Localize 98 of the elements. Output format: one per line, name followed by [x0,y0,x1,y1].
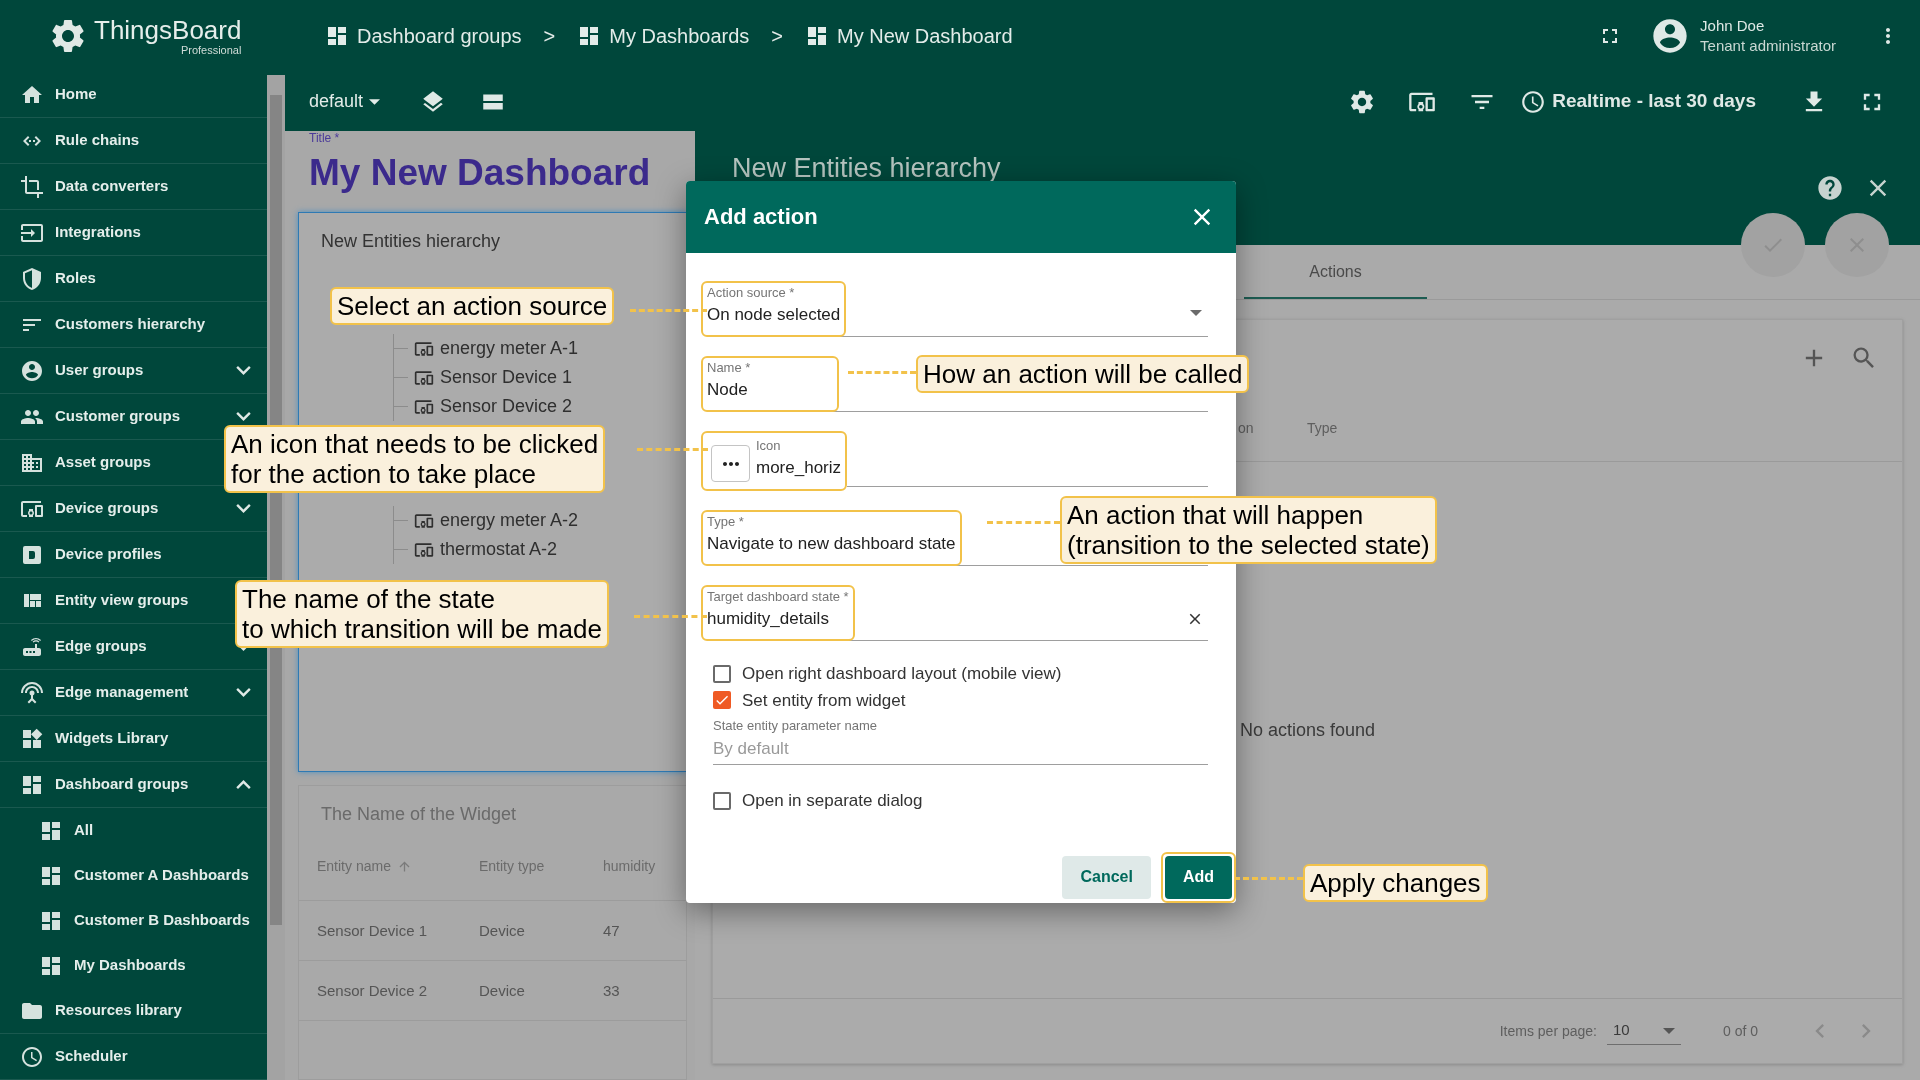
dashboard-icon [805,24,829,48]
sidebar-item[interactable]: Edge groups [20,634,147,659]
breadcrumb-link[interactable]: My Dashboards [577,21,750,51]
table-cell: 33 [603,981,620,999]
callout-tooltip: How an action will be called [916,355,1250,393]
sidebar-subitem[interactable]: Customer A Dashboards [0,853,267,898]
clock-icon [1520,88,1547,115]
checkbox[interactable] [713,791,731,810]
table-cell: Sensor Device 2 [317,981,428,999]
sidebar-item[interactable]: Widgets Library [20,726,169,751]
checkbox-label: Set entity from widget [742,689,906,712]
input-field[interactable]: Navigate to new dashboard state [707,529,956,558]
clock-icon [20,1044,44,1069]
field-label: Target dashboard state * [707,588,849,605]
checkbox[interactable] [713,664,731,683]
table-cell: Sensor Device 1 [317,921,428,939]
add-button[interactable]: Add [1164,856,1232,899]
sidebar-item[interactable]: Device profiles [20,542,162,567]
widget-title: The Name of the Widget [320,803,518,825]
sidebar-item[interactable]: Entity view groups [20,588,189,613]
tree-node[interactable]: thermostat A-2 [414,536,558,563]
sidebar-item[interactable]: Data converters [20,174,169,199]
tab[interactable]: Actions [1244,246,1427,299]
logo-edition: Professional [180,44,242,56]
sidebar-item[interactable]: Dashboard groups [20,772,189,797]
callout-tooltip: An action that will happen (transition to the selected state) [1060,496,1437,564]
field-label: Type * [707,513,745,530]
breadcrumb-link[interactable]: My New Dashboard [805,21,1013,51]
sidebar-item[interactable]: User groups [20,358,144,383]
title-label: Title * [309,131,341,145]
paginator-label: Items per page: [1499,1021,1597,1041]
field-label: State entity parameter name [713,717,879,734]
caret-icon[interactable] [1190,309,1202,316]
callout-tooltip: Select an action source [330,287,615,325]
more-horiz-icon [722,461,739,466]
caret-icon [1662,1027,1675,1034]
timewindow-button[interactable]: Realtime - last 30 days [1520,87,1756,116]
table-cell: Device [479,981,525,999]
shield-icon [20,266,44,291]
sidebar-item[interactable]: Customers hierarchy [20,312,206,337]
sidebar-item[interactable]: Integrations [20,220,141,245]
sidebar-item[interactable]: Home [20,82,97,107]
table-cell: Device [479,921,525,939]
sidebar-subitem[interactable]: All [0,808,267,853]
page-size-select[interactable]: 10 [1606,1017,1681,1045]
antenna-icon [20,680,44,705]
user-name: John Doe [1700,16,1766,36]
tree-node[interactable]: Sensor Device 1 [414,364,573,391]
empty-message: No actions found [1239,718,1376,742]
callout-tooltip: The name of the state to which transition will be made [235,580,609,648]
input-field[interactable]: By default [713,733,1208,765]
widget-title: New Entities hierarchy [320,230,502,252]
breadcrumb-link[interactable]: Dashboard groups [325,21,522,51]
column-header: on [1238,418,1255,438]
icon-picker-button[interactable] [711,445,750,483]
caret-icon [369,98,381,105]
checkbox-label: Open in separate dialog [742,790,923,812]
sidebar-item[interactable]: Device groups [20,496,159,521]
breadcrumb-separator: > [543,24,556,49]
tree-node[interactable]: energy meter A-2 [414,507,579,534]
dashboard-title: My New Dashboard [309,151,652,195]
cancel-button[interactable]: Cancel [1062,856,1151,899]
input-field[interactable]: Node [707,375,833,404]
sidebar-item[interactable]: Scheduler [20,1044,128,1069]
sidebar-item[interactable]: Customer groups [20,404,180,429]
sidebar-subitem[interactable]: Customer B Dashboards [0,898,267,943]
callout-tooltip: An icon that needs to be clicked for the action to take place [224,425,606,493]
field-label: Icon [756,437,782,454]
widgets-icon [20,726,44,751]
column-header: Type [1307,418,1339,438]
input-field[interactable]: more_horiz [756,453,842,482]
sidebar-item[interactable]: Roles [20,266,96,291]
state-select[interactable]: default [309,88,381,115]
crop-icon [20,174,44,199]
user-role: Tenant administrator [1700,36,1836,56]
checkbox-label: Open right dashboard layout (mobile view) [742,663,1062,686]
paginator-range: 0 of 0 [1722,1021,1758,1041]
sidebar-item[interactable]: Resources library [20,998,182,1023]
field-label: Action source * [707,284,796,301]
sidebar-item[interactable]: Asset groups [20,450,151,475]
tree-node[interactable]: Sensor Device 2 [414,393,573,420]
sidebar-item[interactable]: Rule chains [20,128,140,153]
tree-node[interactable]: energy meter A-1 [414,335,579,362]
sidebar-item[interactable]: Edge management [20,680,189,705]
field-label: Name * [707,359,752,376]
panel-title: New Entities hierarchy [732,153,1001,183]
sidebar-subitem[interactable]: My Dashboards [0,943,267,988]
table-cell: 47 [603,921,620,939]
breadcrumb-separator: > [771,24,783,49]
dashboard-icon [325,24,349,48]
logo-name: ThingsBoard [94,16,242,44]
input-field[interactable]: On node selected [707,300,841,329]
callout-tooltip: Apply changes [1303,864,1488,902]
input-field[interactable]: humidity_details [707,604,849,633]
checkbox[interactable] [713,691,731,710]
help-icon[interactable] [1816,174,1844,202]
account-icon [20,358,44,383]
dialog-title: Add action [704,203,818,232]
